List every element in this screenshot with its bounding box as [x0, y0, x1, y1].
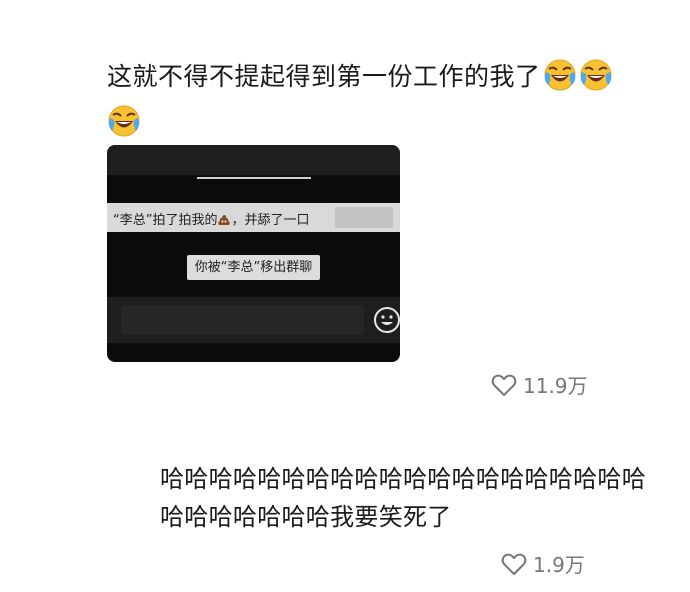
chat-input-field[interactable]: [121, 305, 364, 335]
post-like-count: 11.9万: [523, 374, 588, 398]
pat-notice-prefix: “李总”拍了拍我的: [113, 213, 218, 228]
laughing-tears-icon: [579, 58, 613, 92]
smiley-icon[interactable]: [372, 305, 400, 335]
laughing-tears-icon: [107, 104, 141, 138]
pat-notice: “李总”拍了拍我的 ，并舔了一口: [107, 203, 400, 232]
chat-divider-line: [197, 177, 311, 179]
chat-top-bar: [107, 145, 400, 175]
heart-icon: [491, 374, 517, 396]
heart-icon: [501, 553, 527, 575]
poop-icon: [218, 215, 231, 225]
reply-comment: 哈哈哈哈哈哈哈哈哈哈哈哈哈哈哈哈哈哈哈哈哈哈哈哈哈哈哈我要笑死了: [160, 465, 646, 531]
post-like[interactable]: 11.9万: [491, 370, 588, 399]
pat-notice-suffix: ，并舔了一口: [231, 213, 310, 228]
chat-input-bar: [107, 297, 400, 343]
notice-highlight: [335, 207, 393, 228]
reply-like-count: 1.9万: [533, 553, 585, 577]
reply-like[interactable]: 1.9万: [501, 549, 585, 578]
post-text-block: 这就不得不提起得到第一份工作的我了: [107, 54, 647, 146]
chat-screenshot-image[interactable]: “李总”拍了拍我的 ，并舔了一口 你被“李总”移出群聊: [107, 145, 400, 362]
post-text: 这就不得不提起得到第一份工作的我了: [107, 62, 541, 91]
removed-notice: 你被“李总”移出群聊: [187, 255, 320, 280]
laughing-tears-icon: [543, 58, 577, 92]
